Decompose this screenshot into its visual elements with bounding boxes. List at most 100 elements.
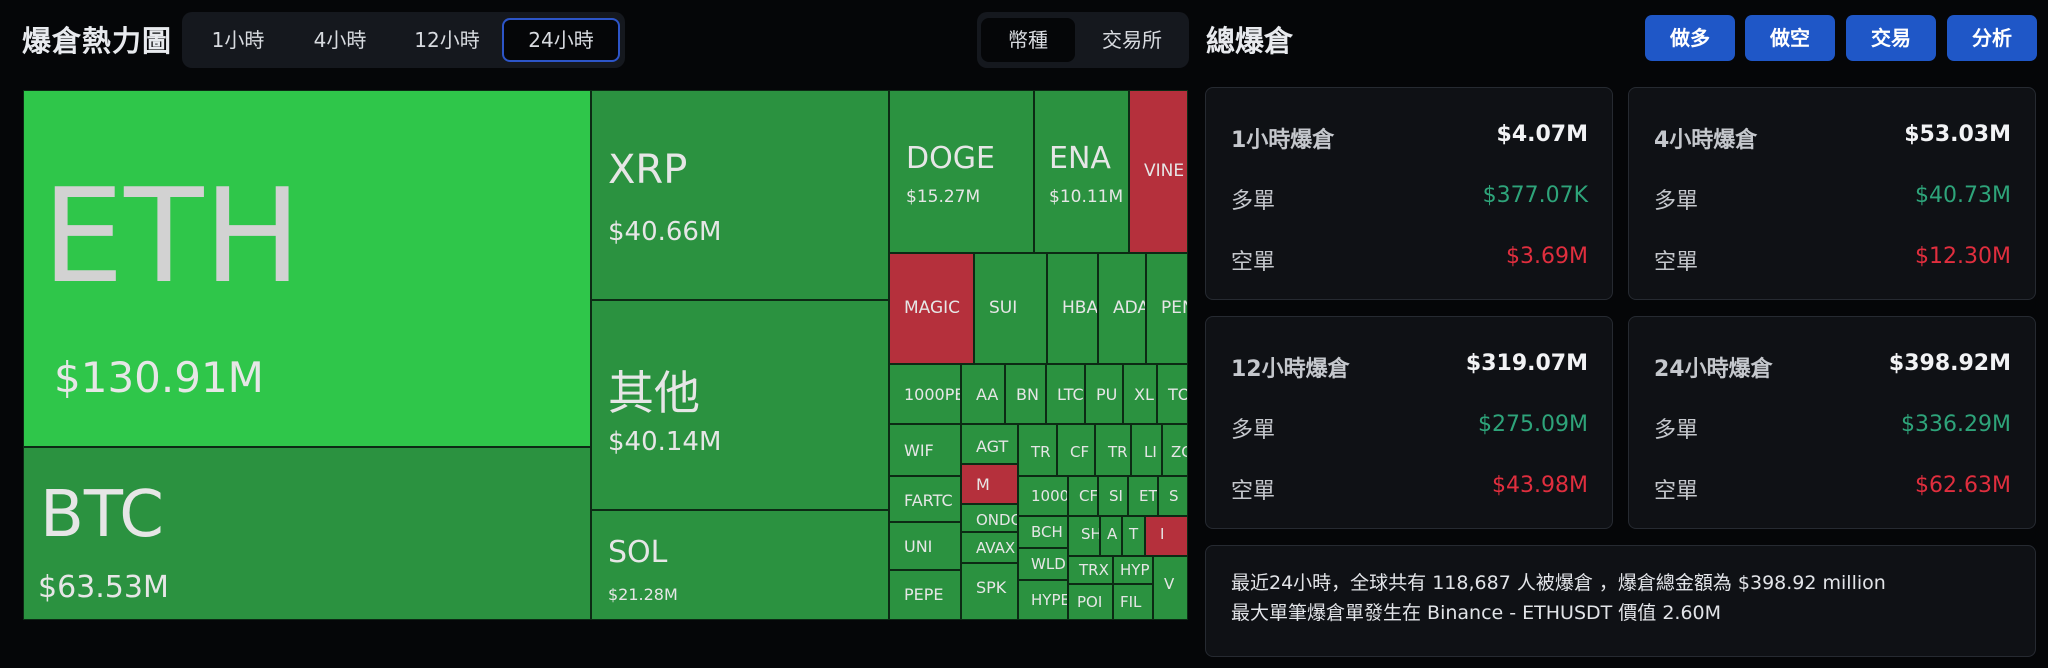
tile-symbol: MAGIC xyxy=(904,298,961,318)
tile-symbol: T xyxy=(1129,525,1139,543)
heatmap-tile-40[interactable]: T xyxy=(1122,516,1145,556)
heatmap-tile-24[interactable]: CF xyxy=(1057,424,1095,476)
heatmap-tile-14[interactable]: 1000PE xyxy=(889,364,961,424)
heatmap-tile-11[interactable]: HBA xyxy=(1047,253,1098,364)
heatmap-tile-26[interactable]: LI xyxy=(1131,424,1162,476)
heatmap-tile-28[interactable]: FARTC xyxy=(889,476,961,522)
heatmap-tile-3[interactable]: XRP $40.66M xyxy=(591,90,889,300)
heatmap-tile-39[interactable]: A xyxy=(1100,516,1122,556)
total-liquidation-title: 總爆倉 xyxy=(1206,24,1294,58)
heatmap-tile-21[interactable]: WIF xyxy=(889,424,961,476)
short-label: 空單 xyxy=(1231,250,1276,275)
heatmap-tile-23[interactable]: TR xyxy=(1018,424,1057,476)
tile-symbol: AGT xyxy=(976,437,1009,456)
heatmap-tile-32[interactable]: SI xyxy=(1098,476,1128,516)
tile-symbol: 其他 xyxy=(608,366,700,420)
tile-symbol: WIF xyxy=(904,441,934,460)
heatmap-tile-51[interactable]: FIL xyxy=(1113,584,1153,620)
heatmap-tile-43[interactable]: WLD xyxy=(1018,548,1068,580)
long-value: $40.73M xyxy=(1915,183,2011,208)
heatmap-tile-7[interactable]: ENA $10.11M xyxy=(1034,90,1129,253)
heatmap-tile-25[interactable]: TR xyxy=(1095,424,1131,476)
tile-value: $21.28M xyxy=(608,585,678,604)
tile-symbol: POI xyxy=(1077,593,1103,611)
tile-symbol: LTC xyxy=(1057,385,1084,404)
tile-symbol: XRP xyxy=(608,147,688,193)
short-value: $3.69M xyxy=(1506,244,1588,269)
tile-value: $40.66M xyxy=(608,217,722,247)
tile-symbol: 1000PE xyxy=(904,385,961,404)
heatmap-tile-29[interactable]: M xyxy=(961,464,1018,504)
heatmap-tile-49[interactable]: HYPE xyxy=(1018,580,1068,620)
heatmap-tile-12[interactable]: ADA xyxy=(1098,253,1146,364)
tile-symbol: A xyxy=(1107,525,1118,543)
tile-symbol: ADA xyxy=(1113,298,1146,318)
heatmap-tile-47[interactable]: PEPE xyxy=(889,570,961,620)
heatmap-tile-44[interactable]: TRX xyxy=(1068,556,1113,584)
tab-by-coin[interactable]: 幣種 xyxy=(981,18,1075,62)
tile-value: $15.27M xyxy=(906,187,981,207)
heatmap-tile-2[interactable]: BTC $63.53M xyxy=(23,447,591,620)
heatmap-tile-33[interactable]: ET xyxy=(1128,476,1158,516)
tab-1h[interactable]: 1小時 xyxy=(188,18,288,62)
heatmap-tile-46[interactable]: V xyxy=(1153,556,1188,620)
heatmap-tile-9[interactable]: MAGIC xyxy=(889,253,974,364)
long-label: 多單 xyxy=(1231,418,1276,443)
analysis-button[interactable]: 分析 xyxy=(1947,15,2037,61)
tile-symbol: V xyxy=(1164,575,1175,593)
liquidation-heatmap: ETH $130.91M BTC $63.53M XRP $40.66M 其他 $40.14M… xyxy=(23,90,1188,620)
tile-symbol: BTC xyxy=(40,478,164,552)
heatmap-tile-30[interactable]: 1000 xyxy=(1018,476,1068,516)
heatmap-tile-37[interactable]: BCH xyxy=(1018,516,1068,548)
short-button[interactable]: 做空 xyxy=(1745,15,1835,61)
heatmap-tile-27[interactable]: ZC xyxy=(1162,424,1188,476)
heatmap-tile-6[interactable]: DOGE $15.27M xyxy=(889,90,1034,253)
heatmap-tile-42[interactable]: AVAX xyxy=(961,532,1018,563)
long-button[interactable]: 做多 xyxy=(1645,15,1735,61)
heatmap-tile-17[interactable]: LTC xyxy=(1046,364,1085,424)
tile-symbol: PEN xyxy=(1161,298,1187,318)
heatmap-tile-45[interactable]: HYP xyxy=(1113,556,1153,584)
page-title: 爆倉熱力圖 xyxy=(22,24,173,58)
trade-button[interactable]: 交易 xyxy=(1846,15,1936,61)
heatmap-tile-34[interactable]: S xyxy=(1158,476,1188,516)
heatmap-tile-36[interactable]: UNI xyxy=(889,522,961,570)
heatmap-tile-4[interactable]: 其他 $40.14M xyxy=(591,300,889,510)
tile-symbol: WLD xyxy=(1031,555,1066,573)
stat-title: 4小時爆倉 xyxy=(1654,128,1758,153)
tile-symbol: SI xyxy=(1109,487,1123,505)
heatmap-tile-13[interactable]: PEN xyxy=(1146,253,1188,364)
heatmap-tile-15[interactable]: AA xyxy=(961,364,1005,424)
heatmap-tile-16[interactable]: BN xyxy=(1005,364,1046,424)
heatmap-tile-38[interactable]: SHI xyxy=(1068,516,1100,556)
heatmap-tile-5[interactable]: SOL $21.28M xyxy=(591,510,889,620)
tile-symbol: TRX xyxy=(1079,561,1109,579)
heatmap-tile-1[interactable]: ETH $130.91M xyxy=(23,90,591,447)
heatmap-tile-10[interactable]: SUI xyxy=(974,253,1047,364)
tile-value: $40.14M xyxy=(608,427,722,457)
summary-line-2: 最大單筆爆倉單發生在 Binance - ETHUSDT 價值 2.60M xyxy=(1231,602,1722,624)
stat-card-12h: 12小時爆倉 $319.07M 多單 $275.09M 空單 $43.98M xyxy=(1205,316,1613,529)
heatmap-tile-31[interactable]: CF xyxy=(1068,476,1098,516)
heatmap-tile-19[interactable]: XL xyxy=(1123,364,1157,424)
stat-card-24h: 24小時爆倉 $398.92M 多單 $336.29M 空單 $62.63M xyxy=(1628,316,2036,529)
short-value: $12.30M xyxy=(1915,244,2011,269)
time-range-tabs: 1小時 4小時 12小時 24小時 xyxy=(182,12,625,68)
tile-symbol: FIL xyxy=(1120,593,1142,611)
heatmap-tile-35[interactable]: ONDO xyxy=(961,504,1018,532)
heatmap-tile-48[interactable]: SPK xyxy=(961,563,1018,620)
heatmap-tile-20[interactable]: TO xyxy=(1157,364,1188,424)
tile-symbol: ET xyxy=(1139,487,1158,505)
tab-24h[interactable]: 24小時 xyxy=(502,18,620,62)
heatmap-tile-50[interactable]: POI xyxy=(1068,584,1113,620)
short-label: 空單 xyxy=(1654,479,1699,504)
heatmap-tile-8[interactable]: VINE xyxy=(1129,90,1188,253)
tile-symbol: HYPE xyxy=(1031,591,1068,609)
tab-by-exchange[interactable]: 交易所 xyxy=(1079,18,1185,62)
tab-12h[interactable]: 12小時 xyxy=(392,18,502,62)
tab-4h[interactable]: 4小時 xyxy=(290,18,390,62)
heatmap-tile-18[interactable]: PU xyxy=(1085,364,1123,424)
heatmap-tile-22[interactable]: AGT xyxy=(961,424,1018,464)
heatmap-tile-41[interactable]: I xyxy=(1145,516,1188,556)
tile-symbol: CF xyxy=(1079,487,1098,505)
